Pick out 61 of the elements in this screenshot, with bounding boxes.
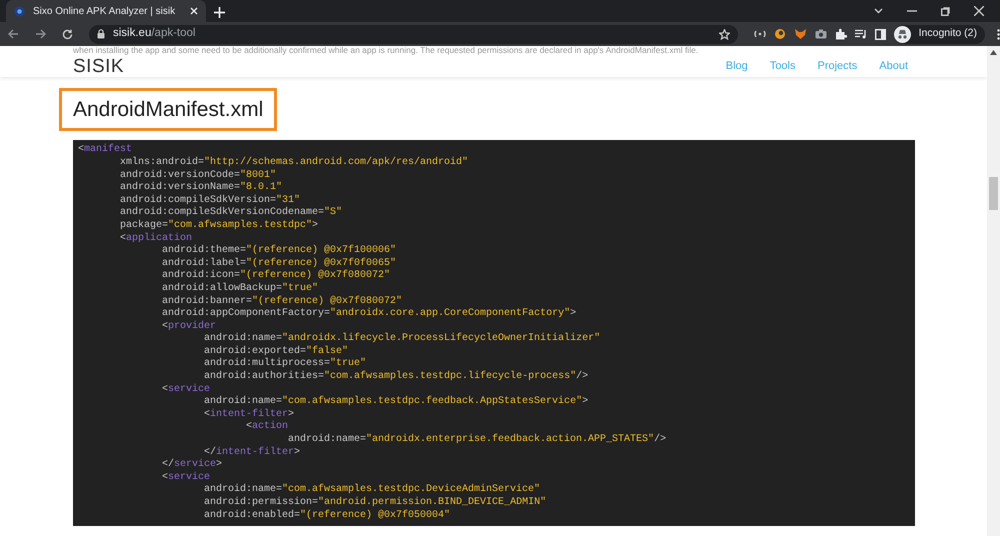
lock-icon[interactable] [97,29,105,39]
star-icon[interactable] [718,28,730,40]
code-line: android:exported="false" [203,346,350,358]
scrollbar[interactable] [987,46,1000,536]
code-line: android:compileSdkVersionCodename="S" [119,207,344,220]
minimize-icon[interactable] [907,10,917,12]
code-line: android:label="(reference) @0x7f0f0065" [161,258,398,270]
browser-tab[interactable]: Sixo Online APK Analyzer | sisik [6,0,206,22]
scrollbar-thumb[interactable] [989,177,998,210]
code-line: android:compileSdkVersion="31" [119,194,302,206]
code-line: android:name="com.afwsamples.testdpc.feedback.AppStatesService"> [203,396,590,408]
code-line: android:name="com.afwsamples.testdpc.DeviceAdminService" [203,484,542,496]
media-queue-icon[interactable] [854,29,867,39]
code-line: <intent-filter> [203,408,296,420]
code-line: android:multiprocess="true" [203,358,368,370]
paragraph-text: when installing the app and some need to be additionally confirmed while an app is running. The requested permissions are declared in app's AndroidManifest.xml file. [73,46,700,55]
code-line: package="com.afwsamples.testdpc"> [119,220,320,232]
new-tab-icon[interactable] [214,7,225,18]
restore-icon[interactable] [941,6,950,16]
side-panel-icon[interactable] [874,28,886,40]
reload-icon[interactable] [62,28,73,40]
incognito-icon [894,26,911,42]
code-line: android:icon="(reference) @0x7f080072" [161,270,392,282]
code-line: android:versionCode="8001" [119,170,278,182]
code-line: android:theme="(reference) @0x7f100006" [161,245,398,258]
code-line: android:banner="(reference) @0x7f080072" [161,296,404,308]
code-line: android:permission="android.permission.BIND_DEVICE_ADMIN" [203,497,548,510]
code-line: <action [245,421,288,434]
extension-icon[interactable] [754,30,766,38]
code-line: </intent-filter> [203,446,302,458]
code-line: android:versionName="8.0.1" [119,182,284,194]
code-line: <manifest [78,144,134,156]
profile-button[interactable]: Incognito (2) [894,24,985,44]
code-line: android:appComponentFactory="androidx.core.app.CoreComponentFactory"> [161,308,578,320]
code-line: </service> [161,459,224,472]
close-icon[interactable] [974,6,984,16]
code-line: <service [161,384,212,396]
forward-icon[interactable] [35,29,46,39]
scroll-up-icon[interactable] [990,50,997,55]
extension-icon[interactable] [774,28,786,40]
code-line: <application [119,232,194,244]
code-line: xmlns:android="http://schemas.android.com/apk/res/android" [119,156,470,170]
puzzle-icon[interactable] [834,28,847,40]
address-bar[interactable]: sisik.eu/apk-tool [89,24,738,44]
camera-icon[interactable] [814,29,827,39]
code-line: android:allowBackup="true" [161,282,320,296]
code-line: android:name="androidx.lifecycle.ProcessLifecycleOwnerInitializer" [203,333,602,346]
code-line: android:enabled="(reference) @0x7f050004" [203,510,452,522]
back-icon[interactable] [8,29,19,39]
code-line: android:name="androidx.enterprise.feedback.action.APP_STATES"/> [287,434,668,446]
site-logo[interactable]: SISIK [73,56,124,76]
code-line: <provider [161,320,218,332]
chevron-down-icon[interactable] [874,8,883,14]
page-heading: AndroidManifest.xml [59,88,278,132]
site-favicon-icon [14,6,25,16]
url-text: sisik.eu/apk-tool [113,26,196,42]
code-line: android:authorities="com.afwsamples.testdpc.lifecycle-process"/> [203,371,590,384]
tab-title: Sixo Online APK Analyzer | sisik [33,4,176,18]
menu-icon[interactable] [997,28,1000,40]
fox-icon[interactable] [794,28,807,40]
code-line: <service [161,472,212,484]
